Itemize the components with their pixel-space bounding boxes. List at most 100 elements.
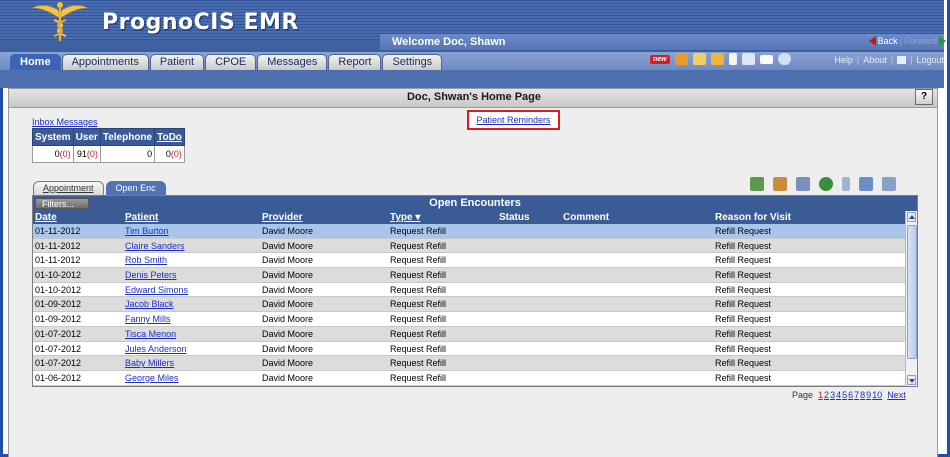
patient-group-icon[interactable]	[796, 177, 810, 191]
tab-cpoe[interactable]: CPOE	[205, 54, 257, 70]
caduceus-logo-icon	[31, 1, 89, 42]
forward-arrow-icon[interactable]	[939, 36, 946, 46]
cell-provider: David Moore	[262, 328, 314, 339]
mail-icon[interactable]	[759, 54, 773, 64]
page-link[interactable]: 2	[824, 390, 829, 400]
table-row[interactable]: 01-10-2012 Edward Simons David Moore Reques…	[33, 282, 905, 298]
table-row[interactable]: 01-09-2012 Jacob Black David Moore Request …	[33, 297, 905, 313]
page-link[interactable]: 6	[848, 390, 853, 400]
alert-icon[interactable]	[674, 53, 688, 65]
table-row[interactable]: 01-07-2012 Jules Anderson David Moore Reque…	[33, 341, 905, 357]
search-icon[interactable]	[777, 53, 791, 65]
page-link[interactable]: 7	[854, 390, 859, 400]
page-link[interactable]: 8	[860, 390, 865, 400]
inbox-count-user[interactable]: 91(0)	[72, 145, 101, 163]
cell-date: 01-10-2012	[35, 284, 82, 295]
next-page-link[interactable]: Next	[887, 390, 906, 400]
cell-type: Request Refill	[390, 372, 447, 383]
grid-action-icons	[750, 177, 896, 191]
help-link[interactable]: Help	[834, 55, 853, 65]
patient-reminders-link[interactable]: Patient Reminders	[476, 115, 550, 125]
table-row[interactable]: 01-07-2012 Tisca Menon David Moore Request …	[33, 326, 905, 342]
cell-patient-link[interactable]: Jacob Black	[125, 297, 174, 311]
table-row[interactable]: 01-09-2012 Fanny Mills David Moore Request …	[33, 312, 905, 327]
subtab-open-enc[interactable]: Open Enc	[105, 181, 166, 195]
forward-link[interactable]: Forward	[904, 36, 937, 46]
cell-patient-link[interactable]: Claire Sanders	[125, 239, 185, 253]
cell-patient-link[interactable]: Jules Anderson	[125, 342, 187, 356]
cell-patient-link[interactable]: Baby Millers	[125, 356, 174, 370]
tab-settings[interactable]: Settings	[382, 54, 443, 70]
user-lock-icon[interactable]	[710, 53, 724, 65]
grid-scrollbar[interactable]	[905, 211, 917, 386]
new-badge-icon[interactable]: new	[650, 54, 670, 64]
cell-provider: David Moore	[262, 284, 314, 295]
inbox-messages-link[interactable]: Inbox Messages	[32, 117, 98, 127]
cell-patient-link[interactable]: Edward Simons	[125, 283, 188, 297]
grid-rows: 01-11-2012 Tim Burton David Moore Request R…	[33, 224, 905, 386]
table-row[interactable]: 01-11-2012 Claire Sanders David Moore Reque…	[33, 238, 905, 254]
list-view-icon[interactable]	[859, 177, 873, 191]
cell-patient-link[interactable]: Denis Peters	[125, 268, 177, 282]
logout-link[interactable]: Logout	[916, 55, 944, 65]
edit-note-icon[interactable]	[773, 177, 787, 191]
cell-patient-link[interactable]: Rob Smith	[125, 253, 167, 267]
page-title: Doc, Shwan's Home Page	[406, 91, 542, 103]
page-link[interactable]: 1	[818, 390, 823, 400]
print-icon[interactable]	[882, 177, 896, 191]
tab-report[interactable]: Report	[328, 54, 382, 70]
tab-patient[interactable]: Patient	[149, 54, 205, 70]
column-header-provider[interactable]: Provider	[262, 211, 303, 224]
filters-button[interactable]: Filters...	[35, 198, 89, 209]
cell-patient-link[interactable]: George Miles	[125, 371, 179, 385]
inbox-count-system[interactable]: 0(0)	[32, 145, 74, 163]
back-arrow-icon[interactable]	[868, 36, 876, 46]
scroll-thumb[interactable]	[907, 225, 917, 359]
page-link[interactable]: 5	[842, 390, 847, 400]
pagination: Page 1 2 3 4 5 6 7 8 9 10 Next	[792, 390, 906, 400]
patient-info-icon[interactable]	[819, 177, 833, 191]
column-header-status: Status	[499, 212, 530, 223]
inbox-count-todo[interactable]: 0(0)	[154, 145, 185, 163]
cell-patient-link[interactable]: Tim Burton	[125, 224, 169, 238]
person-icon[interactable]	[728, 53, 737, 65]
page-link[interactable]: 3	[830, 390, 835, 400]
table-row[interactable]: 01-06-2012 George Miles David Moore Request…	[33, 370, 905, 386]
page-link[interactable]: 9	[866, 390, 871, 400]
back-link[interactable]: Back	[878, 36, 898, 46]
tab-home[interactable]: Home	[10, 54, 61, 70]
table-row[interactable]: 01-11-2012 Tim Burton David Moore Request R…	[33, 224, 905, 239]
cell-provider: David Moore	[262, 226, 314, 236]
cell-type: Request Refill	[390, 240, 447, 251]
page-link[interactable]: 10	[872, 390, 882, 400]
logout-icon[interactable]	[897, 56, 907, 64]
add-encounter-icon[interactable]	[750, 177, 764, 191]
table-row[interactable]: 01-11-2012 Rob Smith David Moore Request Re…	[33, 253, 905, 269]
scroll-up-icon[interactable]	[907, 212, 916, 222]
cell-patient-link[interactable]: Fanny Mills	[125, 312, 171, 326]
billing-icon[interactable]	[842, 177, 850, 191]
cell-patient-link[interactable]: Tisca Menon	[125, 327, 176, 341]
inbox-header-todo[interactable]: ToDo	[154, 128, 185, 146]
inbox-count-telephone[interactable]: 0	[99, 145, 156, 163]
table-row[interactable]: 01-10-2012 Denis Peters David Moore Request…	[33, 268, 905, 283]
tab-appointments[interactable]: Appointments	[61, 54, 149, 70]
column-header-date[interactable]: Date	[35, 211, 57, 224]
building-icon[interactable]	[692, 53, 706, 65]
table-row[interactable]: 01-07-2012 Baby Millers David Moore Request…	[33, 356, 905, 371]
scroll-down-icon[interactable]	[907, 375, 916, 385]
tab-messages[interactable]: Messages	[257, 54, 328, 70]
column-header-patient[interactable]: Patient	[125, 211, 158, 224]
cell-date: 01-07-2012	[35, 328, 82, 339]
about-link[interactable]: About	[863, 55, 887, 65]
column-header-type[interactable]: Type ▾	[390, 211, 420, 224]
help-button[interactable]: ?	[915, 89, 933, 105]
checklist-icon[interactable]	[741, 53, 755, 65]
cell-provider: David Moore	[262, 240, 314, 251]
inbox-header-system: System	[32, 128, 74, 146]
cell-reason: Refill Request	[715, 299, 772, 310]
cell-date: 01-11-2012	[35, 226, 81, 236]
cell-date: 01-11-2012	[35, 255, 81, 266]
subtab-appointment[interactable]: Appointment	[33, 181, 104, 195]
page-link[interactable]: 4	[836, 390, 841, 400]
